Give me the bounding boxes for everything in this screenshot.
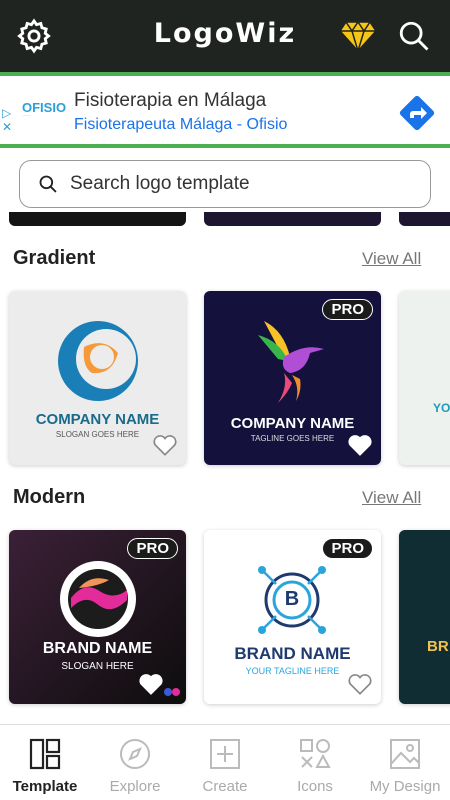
nav-tab-template[interactable]: Template [0, 725, 90, 800]
bottom-navigation: Template Explore Create Icons My Design [0, 724, 450, 800]
app-title: LogoWiz [153, 18, 297, 49]
pro-badge: PRO [127, 538, 178, 559]
card-tagline: SLOGAN HERE [61, 661, 134, 672]
nav-tab-icons[interactable]: Icons [270, 725, 360, 800]
section-title-gradient: Gradient [13, 247, 96, 269]
logo-card-partial[interactable]: BR [399, 530, 450, 704]
search-field-icon [39, 175, 57, 193]
logo-card[interactable]: PRO BRAND NAME SLOGAN HERE [9, 530, 186, 704]
search-icon[interactable] [392, 14, 436, 58]
heart-icon[interactable] [152, 433, 178, 457]
nav-label: Icons [297, 778, 333, 795]
logo-card[interactable]: PRO COMPANY NAME TAGLINE GOES HERE [204, 291, 381, 465]
search-placeholder: Search logo template [70, 173, 250, 194]
nav-label: Template [12, 778, 78, 795]
nav-tab-my-design[interactable]: My Design [360, 725, 450, 800]
logo-letter: B [284, 588, 300, 610]
adchoices-icon[interactable]: ▷ ✕ [2, 106, 12, 134]
heart-icon[interactable] [347, 672, 373, 696]
nav-label: Create [202, 778, 248, 795]
ad-headline[interactable]: Fisioterapia en Málaga [74, 90, 266, 112]
diamond-icon[interactable] [336, 14, 380, 58]
shapes-icon [300, 739, 331, 768]
card-brand-name: BR [427, 638, 449, 655]
nav-tab-explore[interactable]: Explore [90, 725, 180, 800]
card-brand-name: BRAND NAME [234, 644, 351, 663]
view-all-modern-link[interactable]: View All [362, 488, 421, 508]
section-title-modern: Modern [13, 486, 86, 508]
card-brand-name: BRAND NAME [42, 640, 153, 657]
nav-tab-create[interactable]: Create [180, 725, 270, 800]
ad-subline[interactable]: Fisioterapeuta Málaga - Ofisio [74, 116, 287, 134]
nav-label: Explore [109, 778, 161, 795]
template-icon [29, 738, 61, 770]
image-icon [390, 739, 420, 769]
compass-icon [120, 739, 150, 769]
ad-go-icon[interactable] [396, 92, 438, 134]
plus-square-icon [210, 739, 240, 769]
logo-card[interactable]: PRO B BRAND NAME YOUR TAGLINE HERE [204, 530, 381, 704]
color-dot [172, 688, 180, 696]
partial-card[interactable] [9, 212, 186, 226]
bird-logo-graphic [258, 321, 324, 403]
view-all-gradient-link[interactable]: View All [362, 249, 421, 269]
heart-icon[interactable] [138, 672, 164, 696]
logo-card-partial[interactable]: YO [399, 291, 450, 465]
logo-graphic [58, 321, 138, 401]
ad-logo: OFISIO ····· [22, 100, 67, 119]
color-dot [164, 688, 172, 696]
partial-card[interactable] [204, 212, 381, 226]
card-brand-name: COMPANY NAME [35, 411, 160, 428]
logo-card[interactable]: COMPANY NAME SLOGAN GOES HERE [9, 291, 186, 465]
card-brand-name: YO [433, 401, 450, 415]
card-brand-name: COMPANY NAME [230, 415, 355, 432]
partial-card[interactable] [399, 212, 450, 226]
app-header: LogoWiz [0, 0, 450, 72]
search-input[interactable]: Search logo template [19, 160, 431, 208]
heart-icon[interactable] [347, 433, 373, 457]
ad-banner[interactable]: ▷ ✕ OFISIO ····· Fisioterapia en Málaga Fi… [0, 72, 450, 148]
wave-logo-graphic [60, 561, 136, 637]
nav-label: My Design [369, 778, 441, 795]
